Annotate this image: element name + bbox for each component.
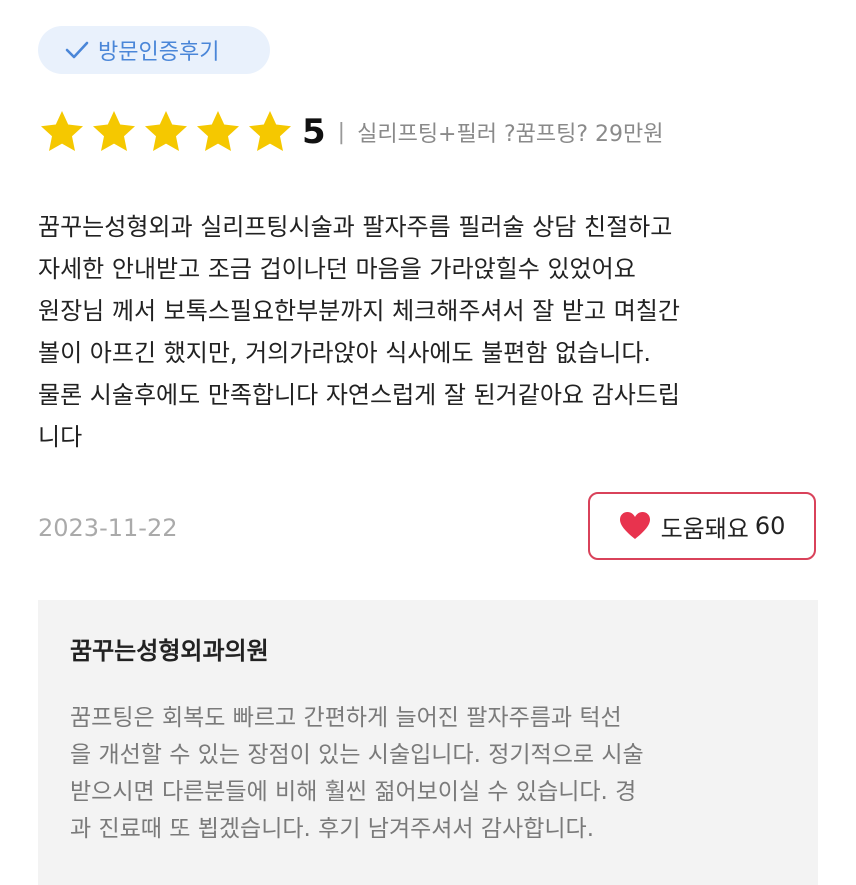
clinic-reply: 꿈꾸는성형외과의원 꿈프팅은 회복도 빠르고 간편하게 늘어진 팔자주름과 턱선… [38, 600, 818, 885]
heart-icon [619, 511, 651, 541]
rating-row: 5 | 실리프팅+필러 ?꿈프팅? 29만원 [38, 108, 664, 156]
check-icon [64, 39, 90, 61]
helpful-count: 60 [754, 512, 786, 540]
rating-score: 5 [302, 112, 326, 152]
helpful-label: 도움돼요 [660, 514, 749, 543]
star-icon [194, 108, 242, 156]
treatment-name: 실리프팅+필러 ?꿈프팅? 29만원 [357, 122, 664, 147]
star-icon [246, 108, 294, 156]
reply-author: 꿈꾸는성형외과의원 [70, 637, 269, 665]
reply-text: 꿈프팅은 회복도 빠르고 간편하게 늘어진 팔자주름과 턱선 을 개선할 수 있… [70, 705, 644, 842]
review-text: 꿈꾸는성형외과 실리프팅시술과 팔자주름 필러술 상담 친절하고 자세한 안내받… [38, 213, 680, 451]
badge-label: 방문인증후기 [98, 40, 220, 65]
helpful-button[interactable]: 도움돼요 60 [588, 492, 816, 560]
star-icon [142, 108, 190, 156]
divider: | [337, 119, 346, 145]
star-rating [38, 108, 298, 156]
review-date: 2023-11-22 [38, 514, 178, 542]
star-icon [90, 108, 138, 156]
visit-verified-badge: 방문인증후기 [38, 26, 270, 74]
star-icon [38, 108, 86, 156]
